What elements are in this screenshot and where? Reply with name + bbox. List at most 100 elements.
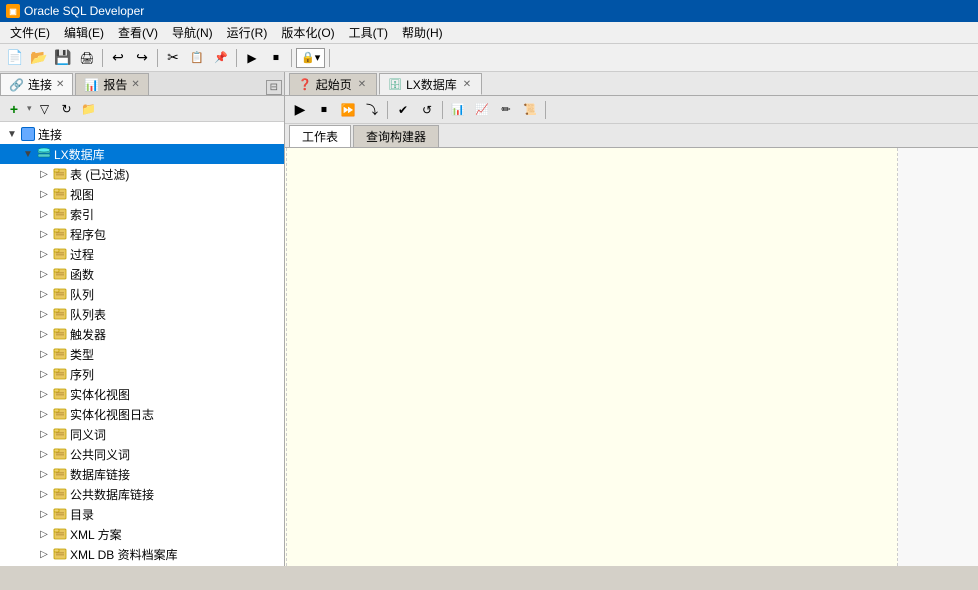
- expand-icon-mat-views[interactable]: ▷: [36, 386, 52, 402]
- menu-help[interactable]: 帮助(H): [396, 22, 449, 43]
- expand-icon-types[interactable]: ▷: [36, 346, 52, 362]
- content-tab-worksheet[interactable]: 工作表: [289, 125, 351, 147]
- rt-step-into[interactable]: ⤵: [361, 99, 383, 121]
- tree-item-mat-view-logs[interactable]: ▷ 实体化视图日志: [0, 404, 284, 424]
- left-refresh-btn[interactable]: ↻: [57, 99, 77, 119]
- tree-item-xml-db[interactable]: ▷ XML DB 资料档案库: [0, 544, 284, 564]
- query-builder-label: 查询构建器: [366, 128, 426, 145]
- rt-clear[interactable]: ✏: [495, 99, 517, 121]
- expand-icon-tables[interactable]: ▷: [36, 166, 52, 182]
- left-add-btn[interactable]: +: [4, 99, 24, 119]
- result-area: [898, 148, 978, 566]
- tree-label-sequences: 序列: [70, 366, 94, 383]
- toolbar-new[interactable]: 📄: [4, 47, 26, 69]
- tree-item-tables[interactable]: ▷ 表 (已过滤): [0, 164, 284, 184]
- tree-label-xml-db: XML DB 资料档案库: [70, 546, 178, 563]
- expand-icon-xml-db[interactable]: ▷: [36, 546, 52, 562]
- toolbar-undo[interactable]: ↩: [107, 47, 129, 69]
- menu-run[interactable]: 运行(R): [221, 22, 274, 43]
- rt-autotrace[interactable]: 📈: [471, 99, 493, 121]
- tree-item-pub-db-links[interactable]: ▷ 公共数据库链接: [0, 484, 284, 504]
- expand-icon-procedures[interactable]: ▷: [36, 246, 52, 262]
- lxdb-expand-icon[interactable]: ▼: [20, 146, 36, 162]
- tab-lxdb-editor[interactable]: 🗄 LX数据库 ✕: [379, 73, 482, 95]
- rt-explain[interactable]: 📊: [447, 99, 469, 121]
- tree-item-queues[interactable]: ▷ 队列: [0, 284, 284, 304]
- expand-icon-packages[interactable]: ▷: [36, 226, 52, 242]
- expand-icon-queues[interactable]: ▷: [36, 286, 52, 302]
- expand-icon-pub-db-links[interactable]: ▷: [36, 486, 52, 502]
- menu-file[interactable]: 文件(E): [4, 22, 56, 43]
- toolbar-cut[interactable]: ✂: [162, 47, 184, 69]
- menu-navigate[interactable]: 导航(N): [166, 22, 219, 43]
- tab-connections[interactable]: 🔗 连接 ✕: [0, 73, 73, 95]
- menu-edit[interactable]: 编辑(E): [58, 22, 110, 43]
- tree-item-lxdb[interactable]: ▼ LX数据库: [0, 144, 284, 164]
- toolbar-run[interactable]: ▶: [241, 47, 263, 69]
- toolbar-save[interactable]: 💾: [52, 47, 74, 69]
- left-folder-btn[interactable]: 📁: [79, 99, 99, 119]
- left-filter-btn[interactable]: ▽: [35, 99, 55, 119]
- expand-icon-views[interactable]: ▷: [36, 186, 52, 202]
- rt-step-over[interactable]: ⏩: [337, 99, 359, 121]
- menu-version[interactable]: 版本化(O): [275, 22, 340, 43]
- tree-view[interactable]: ▼ 连接 ▼ LX数据库: [0, 122, 284, 566]
- tree-item-mat-views[interactable]: ▷ 实体化视图: [0, 384, 284, 404]
- content-tab-query-builder[interactable]: 查询构建器: [353, 125, 439, 147]
- expand-icon-directories[interactable]: ▷: [36, 506, 52, 522]
- tree-item-functions[interactable]: ▷ 函数: [0, 264, 284, 284]
- expand-icon-db-links[interactable]: ▷: [36, 466, 52, 482]
- tree-item-xml-schemas[interactable]: ▷ XML 方案: [0, 524, 284, 544]
- tab-reports[interactable]: 📊 报告 ✕: [75, 73, 148, 95]
- editor-gutter: [285, 148, 287, 566]
- toolbar-open[interactable]: 📂: [28, 47, 50, 69]
- expand-icon-sequences[interactable]: ▷: [36, 366, 52, 382]
- tree-item-types[interactable]: ▷ 类型: [0, 344, 284, 364]
- tree-item-procedures[interactable]: ▷ 过程: [0, 244, 284, 264]
- connections-icon: [20, 126, 36, 142]
- expand-icon-pub-synonyms[interactable]: ▷: [36, 446, 52, 462]
- tab-lxdb-close[interactable]: ✕: [461, 79, 473, 90]
- tree-item-directories[interactable]: ▷ 目录: [0, 504, 284, 524]
- tree-item-pub-synonyms[interactable]: ▷ 公共同义词: [0, 444, 284, 464]
- expand-icon-indexes[interactable]: ▷: [36, 206, 52, 222]
- tree-item-sequences[interactable]: ▷ 序列: [0, 364, 284, 384]
- expand-icon-queue-tables[interactable]: ▷: [36, 306, 52, 322]
- tree-item-connections-root[interactable]: ▼ 连接: [0, 124, 284, 144]
- sql-editor[interactable]: [285, 148, 898, 566]
- rt-history[interactable]: 📜: [519, 99, 541, 121]
- tree-item-db-links[interactable]: ▷ 数据库链接: [0, 464, 284, 484]
- menu-view[interactable]: 查看(V): [112, 22, 164, 43]
- tree-item-indexes[interactable]: ▷ 索引: [0, 204, 284, 224]
- rt-run[interactable]: ▶: [289, 99, 311, 121]
- expand-icon[interactable]: ▼: [4, 126, 20, 142]
- toolbar-paste[interactable]: 📌: [210, 47, 232, 69]
- toolbar-dropdown[interactable]: 🔒▾: [296, 48, 325, 68]
- toolbar-print[interactable]: 🖨: [76, 47, 98, 69]
- menu-tools[interactable]: 工具(T): [343, 22, 394, 43]
- toolbar-stop[interactable]: ⏹: [265, 47, 287, 69]
- expand-icon-synonyms[interactable]: ▷: [36, 426, 52, 442]
- panel-minimize[interactable]: ⊟: [266, 80, 282, 95]
- tree-item-views[interactable]: ▷ 视图: [0, 184, 284, 204]
- tree-label-functions: 函数: [70, 266, 94, 283]
- tree-item-synonyms[interactable]: ▷ 同义词: [0, 424, 284, 444]
- tab-reports-close[interactable]: ✕: [131, 79, 139, 90]
- expand-icon-functions[interactable]: ▷: [36, 266, 52, 282]
- tab-connections-close[interactable]: ✕: [56, 79, 64, 90]
- expand-icon-mat-view-logs[interactable]: ▷: [36, 406, 52, 422]
- toolbar-redo[interactable]: ↪: [131, 47, 153, 69]
- tree-item-triggers[interactable]: ▷ 触发器: [0, 324, 284, 344]
- rt-stop[interactable]: ⏹: [313, 99, 335, 121]
- tab-start-close[interactable]: ✕: [356, 79, 368, 90]
- tree-item-queue-tables[interactable]: ▷ 队列表: [0, 304, 284, 324]
- expand-icon-xml-schemas[interactable]: ▷: [36, 526, 52, 542]
- rt-rollback[interactable]: ↺: [416, 99, 438, 121]
- tree-item-packages[interactable]: ▷ 程序包: [0, 224, 284, 244]
- rt-commit[interactable]: ✔: [392, 99, 414, 121]
- tab-start-page[interactable]: ❓ 起始页 ✕: [289, 73, 377, 95]
- expand-icon-triggers[interactable]: ▷: [36, 326, 52, 342]
- toolbar-copy[interactable]: 📋: [186, 47, 208, 69]
- tree-item-scheduler[interactable]: ▷ 调度程序: [0, 564, 284, 566]
- add-dropdown[interactable]: ▾: [26, 103, 33, 114]
